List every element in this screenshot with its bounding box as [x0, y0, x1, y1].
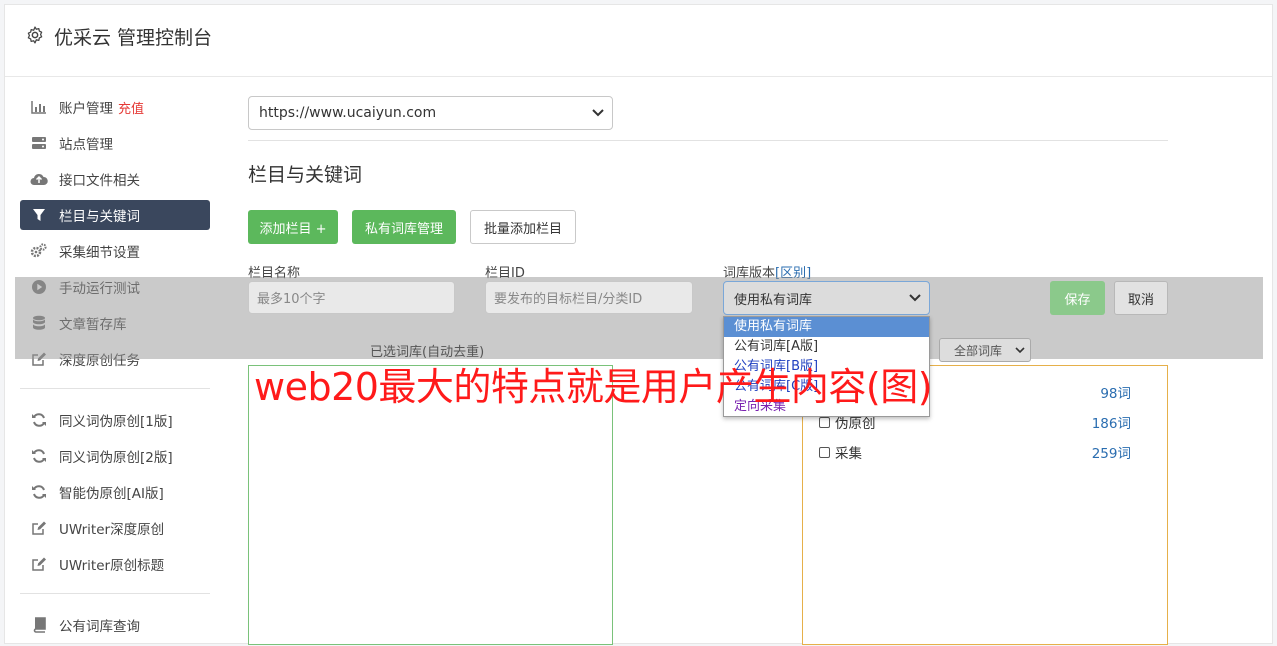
- column-name-input[interactable]: 最多10个字: [248, 281, 455, 314]
- sidebar-item-label: 同义词伪原创[2版]: [59, 450, 173, 466]
- site-select[interactable]: https://www.ucaiyun.com: [248, 96, 613, 130]
- sidebar-item-label: 栏目与关键词: [59, 209, 140, 225]
- chevron-down-icon: [909, 294, 921, 302]
- sidebar-item-label: 账户管理: [59, 101, 113, 117]
- sidebar-item-label: UWriter原创标题: [59, 558, 165, 574]
- recharge-link[interactable]: 充值: [118, 98, 144, 117]
- filter-icon: [30, 206, 48, 224]
- sidebar: 账户管理 充值 站点管理 接口文件相关 栏目与关键词 采集细节设置 手动运行测试…: [20, 92, 210, 646]
- sidebar-item-synonym-v2[interactable]: 同义词伪原创[2版]: [20, 441, 210, 471]
- sidebar-item-label: 公有词库查询: [59, 619, 140, 635]
- sidebar-item-uwriter-original[interactable]: UWriter深度原创: [20, 513, 210, 543]
- column-id-placeholder: 要发布的目标栏目/分类ID: [494, 292, 643, 307]
- cloud-upload-icon: [30, 170, 48, 188]
- dropdown-option[interactable]: 使用私有词库: [724, 317, 929, 337]
- batch-add-button[interactable]: 批量添加栏目: [470, 210, 576, 244]
- lib-name: 采集: [835, 446, 862, 462]
- lib-count: 186词: [1091, 416, 1131, 432]
- lib-filter-select[interactable]: 全部词库: [939, 338, 1031, 362]
- sidebar-item-collect-settings[interactable]: 采集细节设置: [20, 236, 210, 266]
- refresh-icon: [30, 447, 48, 465]
- page-title: 优采云 管理控制台: [54, 27, 213, 49]
- save-button[interactable]: 保存: [1050, 281, 1105, 315]
- sidebar-item-interface[interactable]: 接口文件相关: [20, 164, 210, 194]
- watermark-caption: web20最大的特点就是用户产生内容(图): [254, 365, 933, 409]
- private-lib-button[interactable]: 私有词库管理: [352, 210, 456, 244]
- sidebar-item-label: UWriter深度原创: [59, 522, 165, 538]
- sidebar-item-label: 同义词伪原创[1版]: [59, 414, 173, 430]
- lib-count: 259词: [1091, 446, 1131, 462]
- cogs-icon: [30, 242, 48, 260]
- lib-count: 98词: [1100, 386, 1131, 402]
- sidebar-item-label: 接口文件相关: [59, 173, 140, 189]
- site-select-value: https://www.ucaiyun.com: [259, 105, 437, 121]
- column-id-input[interactable]: 要发布的目标栏目/分类ID: [485, 281, 693, 314]
- lib-checkbox[interactable]: [819, 416, 830, 428]
- dropdown-option[interactable]: 公有词库[A版]: [724, 337, 929, 357]
- column-name-placeholder: 最多10个字: [257, 292, 326, 307]
- divider: [248, 140, 1168, 141]
- edit-icon: [30, 519, 48, 537]
- sidebar-item-sites[interactable]: 站点管理: [20, 128, 210, 158]
- refresh-icon: [30, 483, 48, 501]
- sidebar-item-synonym-v1[interactable]: 同义词伪原创[1版]: [20, 405, 210, 435]
- sidebar-item-uwriter-title[interactable]: UWriter原创标题: [20, 549, 210, 579]
- header: 优采云 管理控制台: [5, 5, 1272, 77]
- lib-checkbox[interactable]: [819, 446, 830, 458]
- lib-filter-value: 全部词库: [954, 343, 1003, 358]
- sidebar-item-label: 智能伪原创[AI版]: [59, 486, 164, 502]
- lib-version-value: 使用私有词库: [734, 292, 813, 308]
- server-icon: [30, 134, 48, 152]
- list-item[interactable]: 采集 259词: [819, 442, 1149, 462]
- lib-version-select[interactable]: 使用私有词库: [723, 281, 930, 315]
- sidebar-item-label: 采集细节设置: [59, 245, 140, 261]
- section-title: 栏目与关键词: [248, 164, 363, 186]
- chevron-down-icon: [1015, 347, 1025, 354]
- cancel-button[interactable]: 取消: [1114, 281, 1168, 315]
- sidebar-divider: [20, 593, 210, 594]
- chevron-down-icon: [592, 109, 604, 117]
- bar-chart-icon: [30, 98, 48, 116]
- book-icon: [30, 616, 48, 634]
- edit-icon: [30, 555, 48, 573]
- sidebar-item-ai-rewrite[interactable]: 智能伪原创[AI版]: [20, 477, 210, 507]
- sidebar-item-columns[interactable]: 栏目与关键词: [20, 200, 210, 230]
- refresh-icon: [30, 411, 48, 429]
- sidebar-divider: [20, 388, 210, 389]
- sidebar-item-account[interactable]: 账户管理 充值: [20, 92, 210, 122]
- gear-icon: [27, 26, 43, 44]
- sidebar-item-label: 站点管理: [59, 137, 113, 153]
- add-column-button[interactable]: 添加栏目 +: [248, 210, 338, 244]
